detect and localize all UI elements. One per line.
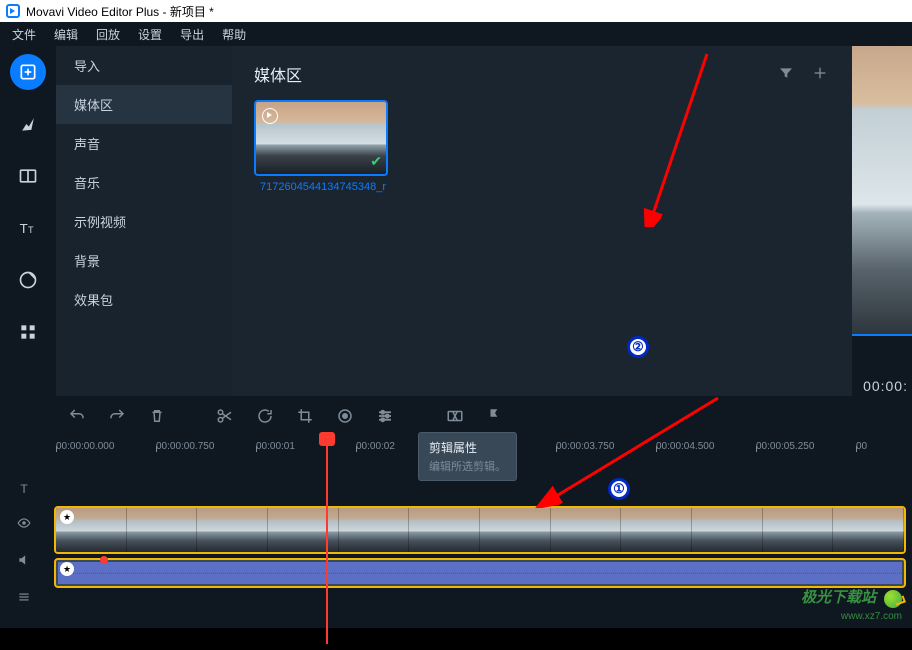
- svg-text:T: T: [20, 221, 28, 236]
- tooltip-title: 剪辑属性: [429, 439, 506, 456]
- track-audio-icon[interactable]: [17, 553, 31, 570]
- sidepanel-item-import[interactable]: 导入: [56, 46, 232, 85]
- redo-button[interactable]: [100, 399, 134, 433]
- filter-icon[interactable]: [778, 65, 794, 84]
- split-button[interactable]: [208, 399, 242, 433]
- ruler-mark: 00:00:01: [256, 441, 356, 452]
- annotation-badge-2: ②: [627, 336, 649, 358]
- rail-transitions[interactable]: [10, 158, 46, 194]
- ruler-mark: 00:00:00.000: [56, 441, 156, 452]
- sidepanel-item-samples[interactable]: 示例视频: [56, 202, 232, 241]
- sidepanel-item-music[interactable]: 音乐: [56, 163, 232, 202]
- playhead[interactable]: [326, 436, 328, 644]
- track-visibility-icon[interactable]: [17, 516, 31, 533]
- keyframe-dot[interactable]: [100, 556, 108, 564]
- crop-button[interactable]: [288, 399, 322, 433]
- menu-file[interactable]: 文件: [12, 26, 36, 43]
- window-title: Movavi Video Editor Plus - 新项目 *: [26, 3, 214, 20]
- menu-help[interactable]: 帮助: [222, 26, 246, 43]
- tracks: T ★ ★ ① 极光下载站 www.xz7.com: [0, 456, 912, 628]
- preview-image: [852, 46, 912, 336]
- ruler-mark: 00: [856, 441, 912, 452]
- sidepanel-item-bg[interactable]: 背景: [56, 241, 232, 280]
- annotation-badge-1: ①: [608, 478, 630, 500]
- marker-button[interactable]: [478, 399, 512, 433]
- media-pane: 媒体区 ✔ 7172604544134745348_r ②: [232, 46, 850, 396]
- import-sidepanel: 导入 媒体区 声音 音乐 示例视频 背景 效果包: [56, 46, 232, 396]
- star-icon[interactable]: ★: [60, 510, 74, 524]
- menubar: 文件 编辑 回放 设置 导出 帮助: [0, 22, 912, 46]
- rail-import[interactable]: [10, 54, 46, 90]
- clip-thumbnail[interactable]: ✔: [254, 100, 388, 176]
- preview-time: 00:00:: [863, 378, 908, 394]
- delete-button[interactable]: [140, 399, 174, 433]
- rail-more[interactable]: [10, 314, 46, 350]
- tool-rail: TT: [0, 46, 56, 396]
- menu-settings[interactable]: 设置: [138, 26, 162, 43]
- color-button[interactable]: [328, 399, 362, 433]
- clip-name: 7172604544134745348_r: [254, 176, 392, 199]
- menu-export[interactable]: 导出: [180, 26, 204, 43]
- timeline-toolbar: 剪辑属性 编辑所选剪辑。: [0, 396, 912, 436]
- clip-properties-button[interactable]: [368, 399, 402, 433]
- undo-button[interactable]: [60, 399, 94, 433]
- media-clip[interactable]: ✔ 7172604544134745348_r: [254, 100, 392, 199]
- rail-stickers[interactable]: [10, 262, 46, 298]
- sidepanel-item-media[interactable]: 媒体区: [56, 85, 232, 124]
- menu-edit[interactable]: 编辑: [54, 26, 78, 43]
- tooltip: 剪辑属性 编辑所选剪辑。: [418, 432, 517, 481]
- rail-titles[interactable]: TT: [10, 210, 46, 246]
- app-icon: [6, 4, 20, 18]
- rotate-button[interactable]: [248, 399, 282, 433]
- sidepanel-item-sound[interactable]: 声音: [56, 124, 232, 163]
- star-icon[interactable]: ★: [60, 562, 74, 576]
- svg-text:T: T: [28, 225, 34, 235]
- media-title: 媒体区: [254, 62, 302, 86]
- video-track-clip[interactable]: ★: [54, 506, 906, 554]
- track-settings-icon[interactable]: [17, 590, 31, 607]
- audio-track-clip[interactable]: ★: [54, 558, 906, 588]
- ruler-mark: 00:00:05.250: [756, 441, 856, 452]
- rail-filters[interactable]: [10, 106, 46, 142]
- preview-pane: 00:00:: [852, 46, 912, 396]
- sidepanel-item-fxpack[interactable]: 效果包: [56, 280, 232, 319]
- track-text-icon[interactable]: T: [20, 482, 27, 496]
- menu-play[interactable]: 回放: [96, 26, 120, 43]
- add-icon[interactable]: [812, 65, 828, 84]
- ruler-mark: 00:00:00.750: [156, 441, 256, 452]
- transition-wizard-button[interactable]: [438, 399, 472, 433]
- tooltip-sub: 编辑所选剪辑。: [429, 458, 506, 474]
- titlebar: Movavi Video Editor Plus - 新项目 *: [0, 0, 912, 22]
